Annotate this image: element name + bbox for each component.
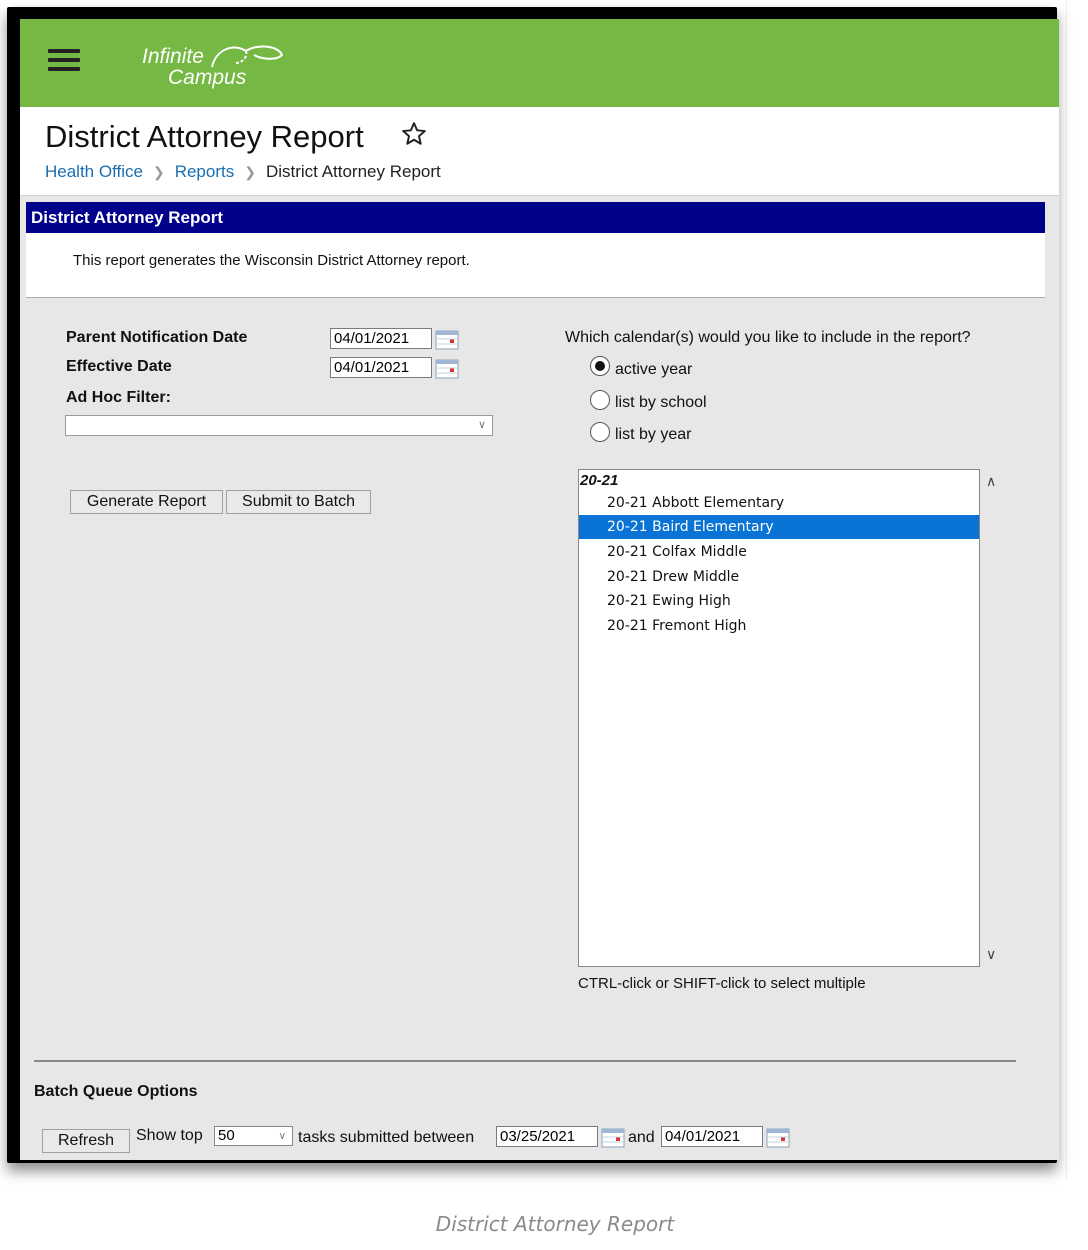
breadcrumb-current: District Attorney Report xyxy=(265,162,441,181)
effective-date-field[interactable] xyxy=(330,357,432,378)
show-top-label: Show top xyxy=(136,1127,203,1144)
radio-active-year[interactable] xyxy=(590,356,610,376)
calendar-listbox[interactable]: 20-21 20-21 Abbott Elementary 20-21 Bair… xyxy=(578,469,980,967)
ad-hoc-filter-select[interactable]: ∨ xyxy=(65,415,493,436)
scroll-down-icon[interactable]: ∨ xyxy=(986,946,996,963)
report-description-text: This report generates the Wisconsin Dist… xyxy=(73,252,470,269)
top-bar: Infinite Campus xyxy=(20,19,1059,107)
page-header: District Attorney Report Health Office ❯ R… xyxy=(20,107,1059,196)
calendar-option[interactable]: 20-21 Ewing High xyxy=(579,589,979,613)
report-panel-heading: District Attorney Report xyxy=(26,202,1045,233)
calendar-option[interactable]: 20-21 Fremont High xyxy=(579,614,979,638)
ad-hoc-filter-label: Ad Hoc Filter: xyxy=(66,389,171,406)
batch-start-date-field[interactable] xyxy=(496,1126,598,1147)
calendar-icon[interactable] xyxy=(766,1128,790,1148)
radio-list-by-school[interactable] xyxy=(590,390,610,410)
calendar-icon[interactable] xyxy=(435,330,459,350)
divider xyxy=(34,1060,1016,1062)
radio-list-by-year-label: list by year xyxy=(615,426,692,443)
star-icon[interactable] xyxy=(401,121,427,147)
radio-list-by-school-label: list by school xyxy=(615,394,707,411)
calendar-option-selected[interactable]: 20-21 Baird Elementary xyxy=(579,515,979,539)
tasks-between-label: tasks submitted between xyxy=(298,1129,475,1146)
page-edge xyxy=(1066,0,1088,1180)
submit-to-batch-button[interactable]: Submit to Batch xyxy=(226,490,371,514)
calendar-question: Which calendar(s) would you like to incl… xyxy=(565,329,971,346)
calendar-group-label: 20-21 xyxy=(580,472,619,489)
chevron-right-icon: ❯ xyxy=(152,164,165,180)
page-title: District Attorney Report xyxy=(45,119,364,154)
radio-list-by-year[interactable] xyxy=(590,422,610,442)
generate-report-button[interactable]: Generate Report xyxy=(70,490,223,514)
breadcrumb-reports[interactable]: Reports xyxy=(175,162,235,181)
show-top-select[interactable]: 50 ∨ xyxy=(214,1126,293,1146)
refresh-button[interactable]: Refresh xyxy=(42,1129,130,1153)
effective-date-label: Effective Date xyxy=(66,358,172,375)
calendar-option[interactable]: 20-21 Colfax Middle xyxy=(579,540,979,564)
multi-select-hint: CTRL-click or SHIFT-click to select mult… xyxy=(578,975,866,992)
screenshot-frame: Infinite Campus District Attorney Report… xyxy=(7,7,1059,1163)
calendar-option[interactable]: 20-21 Abbott Elementary xyxy=(579,491,979,515)
scroll-up-icon[interactable]: ∧ xyxy=(986,473,996,490)
calendar-icon[interactable] xyxy=(601,1128,625,1148)
report-panel-heading-text: District Attorney Report xyxy=(31,208,224,227)
parent-notification-date-field[interactable] xyxy=(330,328,432,349)
parent-notification-date-label: Parent Notification Date xyxy=(66,329,248,346)
figure-caption: District Attorney Report xyxy=(435,1212,675,1236)
and-label: and xyxy=(628,1129,655,1146)
chevron-down-icon: ∨ xyxy=(278,1131,286,1142)
breadcrumb-health-office[interactable]: Health Office xyxy=(45,162,143,181)
breadcrumb: Health Office ❯ Reports ❯ District Attorney … xyxy=(45,162,441,182)
batch-queue-heading: Batch Queue Options xyxy=(34,1083,198,1100)
report-description: This report generates the Wisconsin Dist… xyxy=(26,233,1045,298)
calendar-option[interactable]: 20-21 Drew Middle xyxy=(579,565,979,589)
infinite-campus-logo: Infinite Campus xyxy=(138,39,298,91)
app-window: Infinite Campus District Attorney Report… xyxy=(20,19,1059,1160)
batch-end-date-field[interactable] xyxy=(661,1126,763,1147)
menu-icon[interactable] xyxy=(48,49,80,75)
chevron-right-icon: ❯ xyxy=(244,164,256,180)
logo-swoosh-icon xyxy=(211,45,284,68)
radio-active-year-label: active year xyxy=(615,361,693,378)
calendar-icon[interactable] xyxy=(435,359,459,379)
show-top-value: 50 xyxy=(218,1127,235,1144)
chevron-down-icon: ∨ xyxy=(477,419,486,431)
